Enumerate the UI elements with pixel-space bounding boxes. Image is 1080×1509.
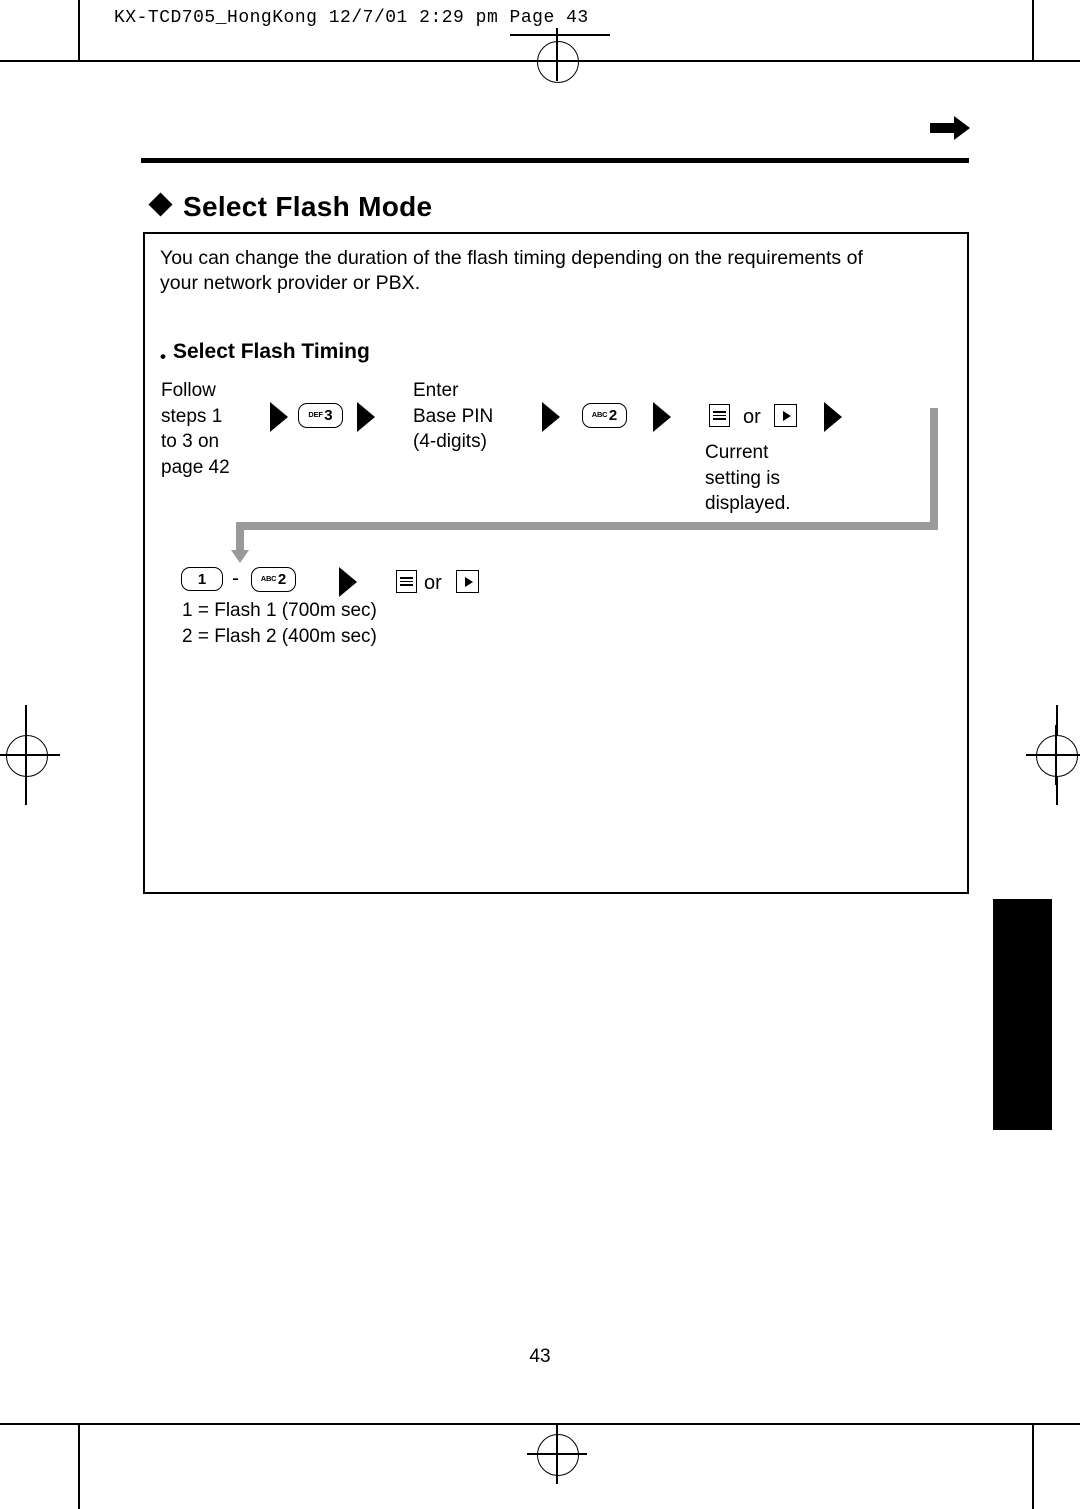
menu-display-icon xyxy=(396,570,417,593)
crop-mark-bottom-right-vertical xyxy=(1032,1424,1034,1509)
right-arrow-icon xyxy=(930,114,970,142)
play-button-icon xyxy=(456,570,479,593)
diamond-bullet-icon xyxy=(148,192,173,217)
running-header-text: KX-TCD705_HongKong 12/7/01 2:29 pm Page … xyxy=(110,8,593,28)
flow-arrow-icon xyxy=(268,400,290,434)
key-2-letters: ABC xyxy=(591,409,608,419)
play-button-icon xyxy=(774,404,797,427)
flow-note-text: Current setting is displayed. xyxy=(705,442,791,514)
or-label: or xyxy=(424,572,442,594)
crop-mark-bottom-horizontal xyxy=(0,1423,1080,1425)
registration-cross-bottom-v xyxy=(556,1424,558,1484)
or-label: or xyxy=(743,406,761,428)
flow-arrow-icon xyxy=(337,565,359,599)
subsection-title: Select Flash Timing xyxy=(173,340,370,363)
range-dash: - xyxy=(232,567,239,590)
flow-arrow-icon xyxy=(822,400,844,434)
flow-arrow-icon xyxy=(355,400,377,434)
flow-arrow-icon xyxy=(651,400,673,434)
loop-down-arrow-icon xyxy=(231,550,249,563)
running-header-underline xyxy=(510,34,610,36)
registration-cross-right-h xyxy=(1026,754,1080,756)
flow-arrow-icon xyxy=(540,400,562,434)
flow-step-1-text: Follow steps 1 to 3 on page 42 xyxy=(161,380,230,478)
key-1-digit: 1 xyxy=(197,570,207,588)
registration-mark-left xyxy=(6,735,48,777)
subsection-bullet-icon: • xyxy=(160,347,166,366)
keypad-key-2: ABC 2 xyxy=(582,403,627,428)
loop-connector-horizontal xyxy=(236,522,938,530)
intro-paragraph: You can change the duration of the flash… xyxy=(160,247,863,294)
keypad-key-1: 1 xyxy=(181,567,223,591)
flash-legend-text: 1 = Flash 1 (700m sec) 2 = Flash 2 (400m… xyxy=(182,600,377,647)
crop-mark-bottom-left-vertical xyxy=(78,1424,80,1509)
loop-connector-vertical-left xyxy=(236,522,244,552)
content-box xyxy=(143,232,969,894)
menu-display-icon xyxy=(709,404,730,427)
flow-step-2-text: Enter Base PIN (4-digits) xyxy=(413,380,494,452)
key-3-digit: 3 xyxy=(324,407,333,424)
page-number: 43 xyxy=(529,1346,551,1367)
key-2b-digit: 2 xyxy=(277,571,287,588)
page-title: Select Flash Mode xyxy=(183,191,433,222)
chapter-tab: Chapter 4 xyxy=(993,899,1052,1130)
keypad-key-2-second: ABC 2 xyxy=(251,567,296,592)
keypad-key-3: DEF 3 xyxy=(298,403,343,428)
key-2-digit: 2 xyxy=(608,407,618,424)
key-2b-letters: ABC xyxy=(260,573,277,583)
registration-mark-right xyxy=(1036,735,1078,777)
key-3-letters: DEF xyxy=(308,409,323,419)
registration-cross-top-v xyxy=(556,21,558,81)
registration-mark-top xyxy=(537,41,579,83)
header-rule xyxy=(141,158,969,163)
registration-mark-bottom xyxy=(537,1434,579,1476)
registration-cross-left-h xyxy=(0,754,60,756)
loop-connector-vertical-right xyxy=(930,408,938,530)
crop-mark-top-left-vertical xyxy=(78,0,80,62)
crop-mark-top-right-vertical xyxy=(1032,0,1034,62)
